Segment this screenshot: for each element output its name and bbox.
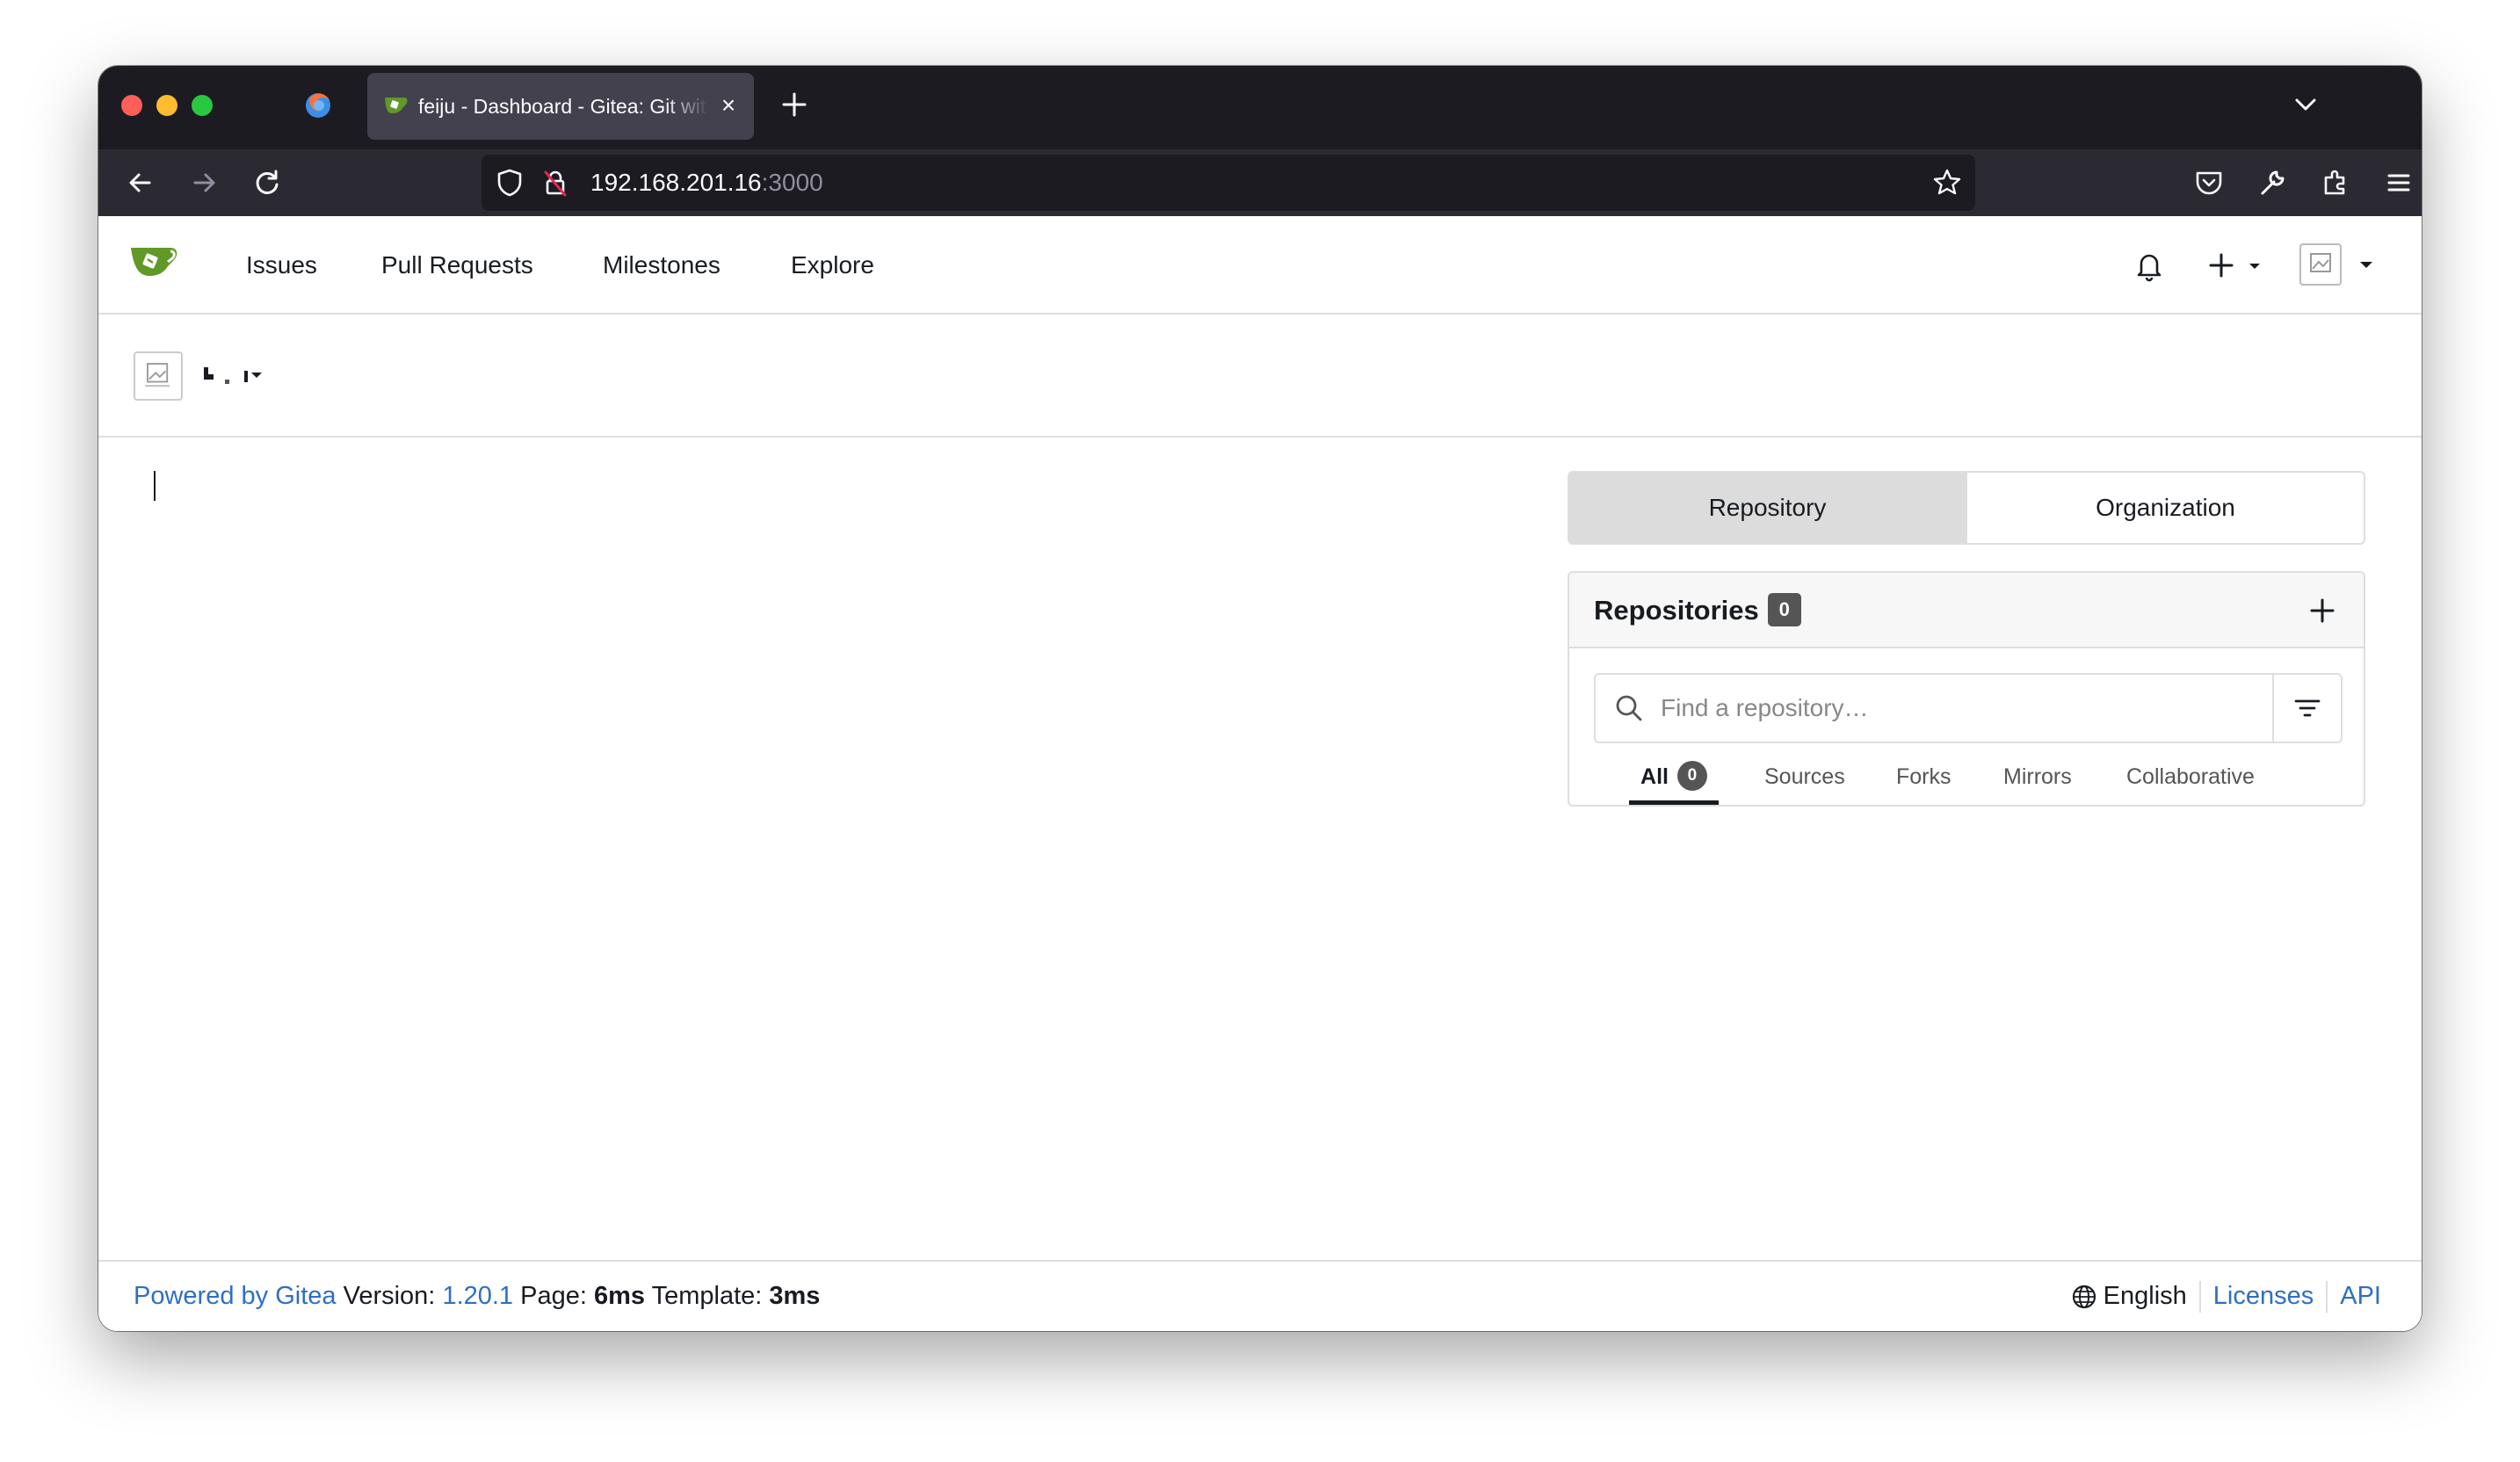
globe-icon xyxy=(2072,1285,2096,1308)
tab-title: feiju - Dashboard - Gitea: Git with a cu… xyxy=(418,95,708,118)
bookmark-star-icon[interactable] xyxy=(1931,167,1963,199)
repositories-title-text: Repositories xyxy=(1594,595,1759,626)
url-text[interactable]: 192.168.201.16:3000 xyxy=(590,155,823,211)
filter-all-count-badge: 0 xyxy=(1676,761,1707,792)
footer-links: English Licenses API xyxy=(2070,1262,2381,1331)
repositories-title: Repositories 0 xyxy=(1594,573,1801,648)
browser-tab-strip: feiju - Dashboard - Gitea: Git with a cu… xyxy=(98,66,2422,149)
gitea-page: Issues Pull Requests Milestones Explore xyxy=(98,216,2422,1331)
extensions-puzzle-icon[interactable] xyxy=(2318,165,2353,200)
repo-org-switcher: Repository Organization xyxy=(1568,471,2365,545)
filter-tab-all-label: All xyxy=(1640,764,1669,789)
repository-filter-tabs: All 0 Sources Forks Mirrors Collaborative xyxy=(1569,754,2364,805)
tracking-protection-shield-icon[interactable] xyxy=(494,167,525,199)
nav-issues[interactable]: Issues xyxy=(246,216,317,315)
footer-divider xyxy=(2326,1280,2328,1313)
nav-milestones[interactable]: Milestones xyxy=(603,216,721,315)
repository-filter-button[interactable] xyxy=(2272,675,2341,742)
context-switcher-dropdown[interactable] xyxy=(199,360,278,392)
firefox-view-icon[interactable] xyxy=(302,89,334,120)
repository-search-input[interactable] xyxy=(1661,675,2258,742)
api-link[interactable]: API xyxy=(2340,1262,2381,1331)
filter-tab-sources[interactable]: Sources xyxy=(1764,754,1845,805)
template-time-value: 3ms xyxy=(769,1282,821,1310)
insecure-lock-icon[interactable] xyxy=(539,167,571,199)
active-tab[interactable]: feiju - Dashboard - Gitea: Git with a cu… xyxy=(367,73,754,140)
repositories-panel: Repositories 0 Find a repository… All 0 … xyxy=(1568,571,2365,807)
url-host: 192.168.201.16 xyxy=(590,169,762,196)
back-arrow-icon[interactable] xyxy=(121,163,160,202)
tab-repository[interactable]: Repository xyxy=(1569,473,1966,543)
filter-tab-all[interactable]: All 0 xyxy=(1629,754,1719,805)
filter-icon xyxy=(2294,699,2321,717)
page-time-label: Page: xyxy=(520,1282,587,1310)
powered-by-link[interactable]: Powered by Gitea xyxy=(134,1282,337,1310)
version-label: Version: xyxy=(343,1282,436,1310)
search-icon xyxy=(1616,695,1642,721)
url-port: :3000 xyxy=(761,169,823,196)
dashboard-context-bar xyxy=(98,315,2422,438)
repository-search-box xyxy=(1594,673,2343,743)
browser-toolbar: 192.168.201.16:3000 xyxy=(98,149,2422,216)
nav-pull-requests[interactable]: Pull Requests xyxy=(381,216,533,315)
nav-explore[interactable]: Explore xyxy=(791,216,874,315)
notifications-bell-icon[interactable] xyxy=(2132,248,2167,283)
minimize-window-button[interactable] xyxy=(156,95,177,116)
tab-organization[interactable]: Organization xyxy=(1966,473,2364,543)
gitea-logo-icon[interactable] xyxy=(128,242,181,279)
gitea-favicon-icon xyxy=(385,98,408,113)
gitea-navbar: Issues Pull Requests Milestones Explore xyxy=(98,216,2422,315)
repositories-count-badge: 0 xyxy=(1767,592,1801,626)
text-cursor xyxy=(154,471,156,501)
reload-icon[interactable] xyxy=(248,163,286,202)
tab-close-icon[interactable]: × xyxy=(715,92,742,119)
language-selector[interactable]: English xyxy=(2104,1262,2187,1331)
licenses-link[interactable]: Licenses xyxy=(2213,1262,2314,1331)
footer-info: Powered by Gitea Version: 1.20.1 Page: 6… xyxy=(134,1262,820,1331)
pocket-icon[interactable] xyxy=(2191,165,2227,200)
page-footer: Powered by Gitea Version: 1.20.1 Page: 6… xyxy=(98,1260,2422,1331)
forward-arrow-icon[interactable] xyxy=(185,163,223,202)
filter-tab-collaborative[interactable]: Collaborative xyxy=(2126,754,2255,805)
hamburger-menu-icon[interactable] xyxy=(2381,165,2416,200)
create-new-menu-icon[interactable] xyxy=(2205,248,2272,283)
zoom-window-button[interactable] xyxy=(192,95,213,116)
user-avatar-menu[interactable] xyxy=(2299,242,2383,288)
footer-divider xyxy=(2198,1280,2201,1313)
list-all-tabs-icon[interactable] xyxy=(2288,89,2323,120)
browser-window: feiju - Dashboard - Gitea: Git with a cu… xyxy=(98,66,2422,1331)
page-time-value: 6ms xyxy=(594,1282,646,1310)
template-time-label: Template: xyxy=(651,1282,763,1310)
close-window-button[interactable] xyxy=(121,95,142,116)
new-tab-icon[interactable] xyxy=(775,85,814,124)
context-user-avatar[interactable] xyxy=(134,351,183,401)
repositories-header: Repositories 0 xyxy=(1569,573,2364,648)
add-repository-icon[interactable] xyxy=(2306,594,2339,627)
address-bar[interactable]: 192.168.201.16:3000 xyxy=(482,155,1975,211)
wrench-icon[interactable] xyxy=(2255,165,2290,200)
version-link[interactable]: 1.20.1 xyxy=(442,1282,513,1310)
filter-tab-mirrors[interactable]: Mirrors xyxy=(2003,754,2072,805)
filter-tab-forks[interactable]: Forks xyxy=(1896,754,1952,805)
